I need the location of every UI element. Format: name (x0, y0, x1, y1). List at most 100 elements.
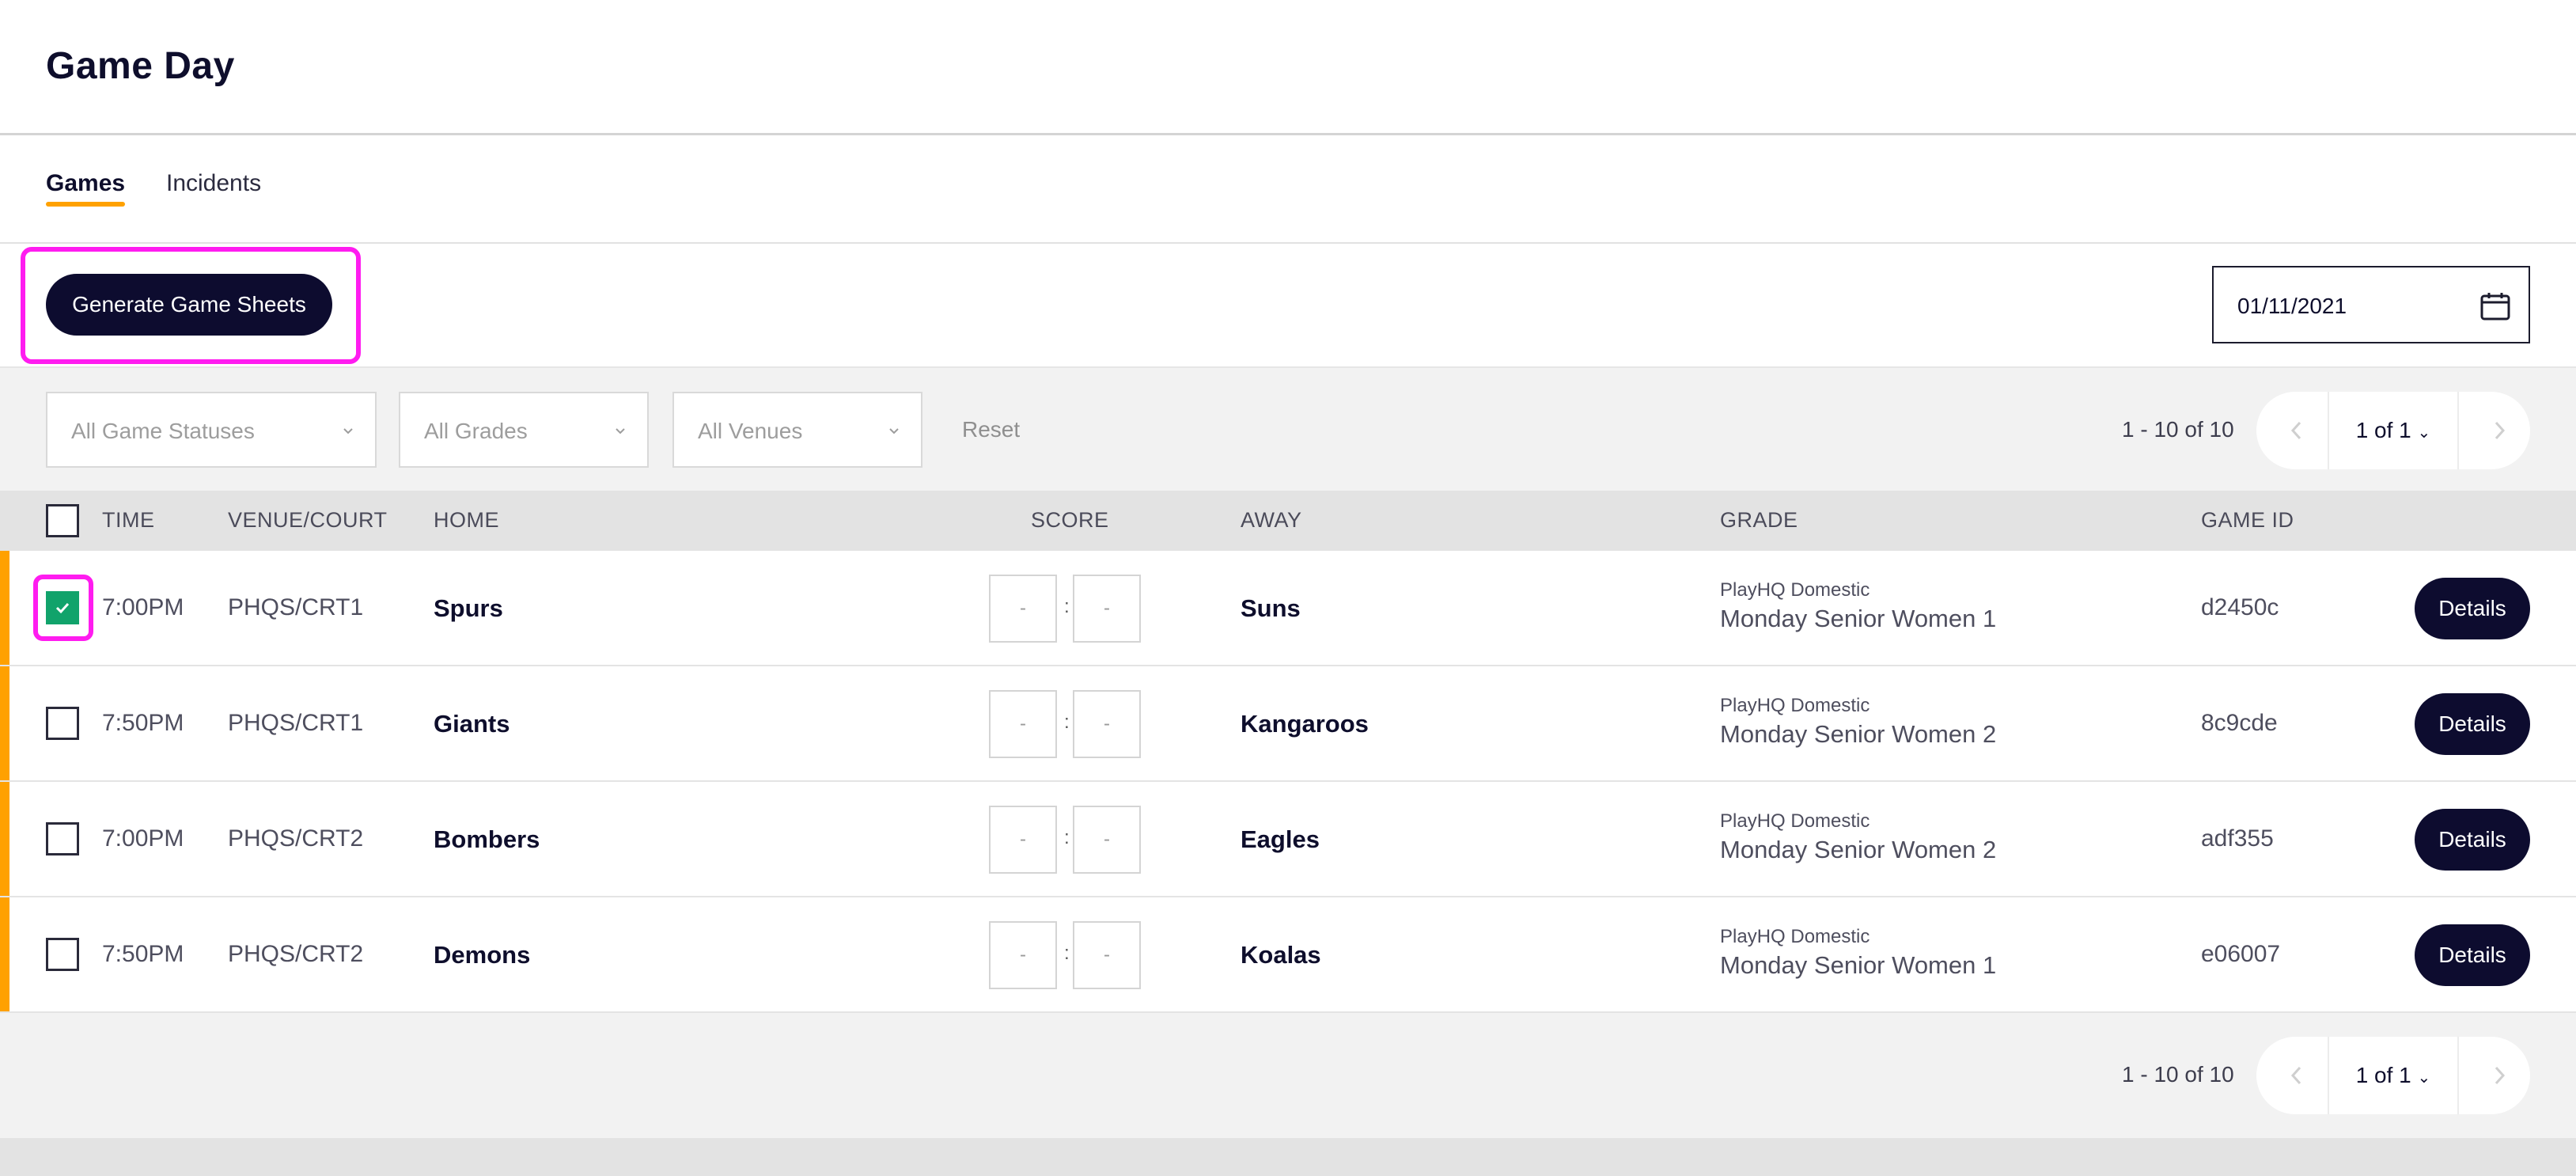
page-title: Game Day (46, 45, 235, 87)
table-header: TIME VENUE/COURT HOME SCORE AWAY GRADE G… (0, 491, 2576, 551)
chevron-right-icon (2495, 421, 2506, 440)
page-select-label: 1 of 1 (2355, 418, 2411, 442)
home-team: Spurs (434, 594, 503, 622)
game-id: d2450c (2201, 594, 2279, 620)
reset-filters-button[interactable]: Reset (962, 417, 1020, 442)
grade-organisation: PlayHQ Domestic (1720, 695, 1870, 716)
score-separator: : (1064, 596, 1070, 617)
generate-game-sheets-button[interactable]: Generate Game Sheets (46, 274, 332, 336)
game-time: 7:00PM (102, 594, 184, 620)
prev-page-button[interactable] (2256, 1037, 2329, 1114)
filter-bar: All Game Statuses All Grades All Venues … (0, 366, 2576, 491)
home-score-input[interactable]: - (989, 575, 1057, 643)
chevron-down-icon (889, 428, 899, 434)
game-time: 7:00PM (102, 825, 184, 852)
footer-strip (0, 1138, 2576, 1176)
bottom-pagination-bar: 1 - 10 of 10 1 of 1 ⌄ (0, 1013, 2576, 1138)
chevron-down-icon (343, 428, 353, 434)
details-button[interactable]: Details (2415, 578, 2530, 639)
next-page-button[interactable] (2457, 1037, 2530, 1114)
grade-name: Monday Senior Women 1 (1720, 951, 1997, 979)
home-score-input[interactable]: - (989, 921, 1057, 989)
table-row: 7:00PM PHQS/CRT1 Spurs - : - Suns PlayHQ… (0, 551, 2576, 666)
tab-games[interactable]: Games (46, 170, 126, 207)
venue-court: PHQS/CRT2 (228, 941, 364, 967)
chevron-left-icon (2290, 421, 2301, 440)
column-time: TIME (102, 508, 155, 532)
results-count: 1 - 10 of 10 (2122, 417, 2234, 442)
chevron-down-icon: ⌄ (2417, 1069, 2431, 1087)
row-status-stripe (0, 666, 9, 780)
row-checkbox[interactable] (46, 707, 79, 740)
date-picker[interactable]: 01/11/2021 (2212, 266, 2530, 343)
home-score-input[interactable]: - (989, 690, 1057, 758)
calendar-icon[interactable] (2479, 291, 2511, 321)
column-away: AWAY (1241, 508, 1302, 532)
page-select-label: 1 of 1 (2355, 1063, 2411, 1087)
status-filter-label: All Game Statuses (71, 419, 255, 443)
away-score-input[interactable]: - (1073, 575, 1141, 643)
grade-name: Monday Senior Women 2 (1720, 720, 1997, 748)
grade-organisation: PlayHQ Domestic (1720, 579, 1870, 601)
away-score-input[interactable]: - (1073, 690, 1141, 758)
page-header: Game Day (0, 0, 2576, 135)
row-checkbox[interactable] (46, 591, 79, 624)
home-team: Bombers (434, 825, 540, 853)
venues-filter-select[interactable]: All Venues (672, 392, 922, 468)
chevron-down-icon (616, 428, 625, 434)
venues-filter-label: All Venues (698, 419, 803, 443)
chevron-left-icon (2290, 1066, 2301, 1085)
game-id: adf355 (2201, 825, 2274, 852)
prev-page-button[interactable] (2256, 392, 2329, 469)
toolbar: Generate Game Sheets 01/11/2021 (0, 244, 2576, 366)
table-row: 7:50PM PHQS/CRT1 Giants - : - Kangaroos … (0, 666, 2576, 782)
next-page-button[interactable] (2457, 392, 2530, 469)
page-select[interactable]: 1 of 1 ⌄ (2329, 392, 2457, 469)
column-home: HOME (434, 508, 499, 532)
grades-filter-select[interactable]: All Grades (399, 392, 649, 468)
game-time: 7:50PM (102, 941, 184, 967)
away-team: Kangaroos (1241, 710, 1369, 738)
chevron-right-icon (2495, 1066, 2506, 1085)
score-separator: : (1064, 827, 1070, 848)
home-team: Giants (434, 710, 510, 738)
details-button[interactable]: Details (2415, 809, 2530, 871)
score-separator: : (1064, 943, 1070, 964)
pagination: 1 of 1 ⌄ (2256, 392, 2530, 469)
details-button[interactable]: Details (2415, 693, 2530, 755)
grade-organisation: PlayHQ Domestic (1720, 810, 1870, 832)
results-count: 1 - 10 of 10 (2122, 1062, 2234, 1087)
select-all-checkbox[interactable] (46, 504, 79, 537)
away-score-input[interactable]: - (1073, 921, 1141, 989)
home-score-input[interactable]: - (989, 806, 1057, 874)
venue-court: PHQS/CRT2 (228, 825, 364, 852)
venue-court: PHQS/CRT1 (228, 594, 364, 620)
grade-organisation: PlayHQ Domestic (1720, 926, 1870, 947)
row-checkbox[interactable] (46, 938, 79, 971)
score-separator: : (1064, 711, 1070, 733)
tab-incidents[interactable]: Incidents (166, 170, 261, 207)
details-button[interactable]: Details (2415, 924, 2530, 986)
grades-filter-label: All Grades (424, 419, 528, 443)
row-status-stripe (0, 551, 9, 665)
away-team: Eagles (1241, 825, 1320, 853)
row-status-stripe (0, 897, 9, 1011)
page-select[interactable]: 1 of 1 ⌄ (2329, 1037, 2457, 1114)
tab-bar: Games Incidents (0, 135, 2576, 244)
column-venue: VENUE/COURT (228, 508, 388, 532)
venue-court: PHQS/CRT1 (228, 710, 364, 736)
status-filter-select[interactable]: All Game Statuses (46, 392, 377, 468)
grade-name: Monday Senior Women 2 (1720, 836, 1997, 863)
row-checkbox[interactable] (46, 822, 79, 855)
date-value: 01/11/2021 (2237, 294, 2347, 318)
row-status-stripe (0, 782, 9, 896)
game-id: e06007 (2201, 941, 2281, 967)
away-team: Suns (1241, 594, 1301, 622)
game-id: 8c9cde (2201, 710, 2278, 736)
pagination: 1 of 1 ⌄ (2256, 1037, 2530, 1114)
column-score: SCORE (1031, 508, 1109, 532)
table-row: 7:50PM PHQS/CRT2 Demons - : - Koalas Pla… (0, 897, 2576, 1013)
grade-name: Monday Senior Women 1 (1720, 605, 1997, 632)
away-score-input[interactable]: - (1073, 806, 1141, 874)
home-team: Demons (434, 941, 531, 969)
